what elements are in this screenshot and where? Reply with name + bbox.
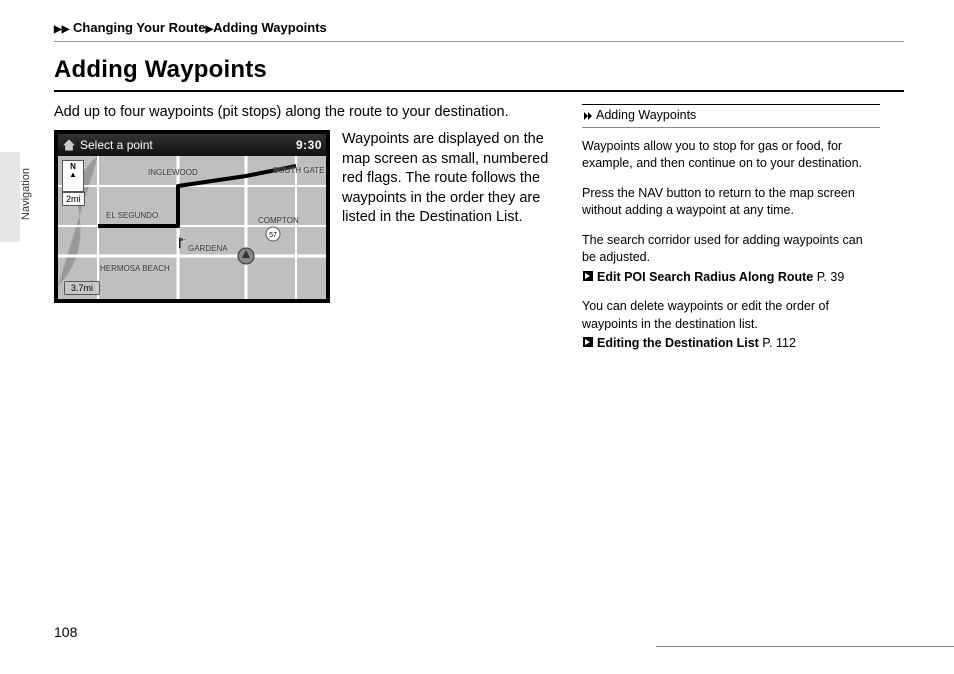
cross-reference-page: P. 39 bbox=[817, 270, 845, 284]
sidebar-paragraph: Waypoints allow you to stop for gas or f… bbox=[582, 138, 880, 173]
page-number: 108 bbox=[54, 624, 77, 640]
triangle-icon: ▶ bbox=[62, 24, 70, 35]
title-rule bbox=[54, 90, 904, 92]
flag-icon: 1 bbox=[173, 236, 187, 250]
link-icon bbox=[582, 336, 594, 348]
map-place-label: HERMOSA BEACH bbox=[100, 264, 170, 273]
map-place-label: GARDENA bbox=[188, 244, 228, 253]
breadcrumb-level-1: Changing Your Route bbox=[73, 20, 205, 35]
sidebar-paragraph: Press the NAV button to return to the ma… bbox=[582, 185, 880, 220]
map-time: 9:30 bbox=[296, 138, 322, 152]
cross-reference: Editing the Destination List P. 112 bbox=[582, 335, 880, 353]
map-place-label: EL SEGUNDO bbox=[106, 211, 158, 220]
map-screenshot: Select a point 9:30 bbox=[54, 130, 330, 303]
sidebar-paragraph: You can delete waypoints or edit the ord… bbox=[582, 298, 880, 333]
svg-text:57: 57 bbox=[269, 232, 277, 239]
intro-text: Add up to four waypoints (pit stops) alo… bbox=[54, 104, 564, 120]
scale-label-top: 2mi bbox=[62, 192, 85, 206]
cross-reference-title: Edit POI Search Radius Along Route bbox=[597, 270, 813, 284]
map-title: Select a point bbox=[80, 138, 296, 152]
page-content: ▶▶ Changing Your Route▶Adding Waypoints … bbox=[54, 20, 904, 650]
figure-caption: Waypoints are displayed on the map scree… bbox=[342, 130, 564, 303]
breadcrumb-level-2: Adding Waypoints bbox=[213, 20, 327, 35]
sidebar-paragraph: The search corridor used for adding wayp… bbox=[582, 232, 880, 267]
map-place-label: COMPTON bbox=[258, 216, 299, 225]
home-icon bbox=[62, 138, 76, 152]
sidebar-bottom-rule bbox=[656, 646, 954, 647]
note-icon bbox=[582, 110, 594, 122]
breadcrumb: ▶▶ Changing Your Route▶Adding Waypoints bbox=[54, 20, 904, 42]
sidebar-header: Adding Waypoints bbox=[582, 104, 880, 128]
link-icon bbox=[582, 270, 594, 282]
cross-reference-title: Editing the Destination List bbox=[597, 336, 759, 350]
compass-icon: N ▲ bbox=[62, 160, 84, 192]
map-place-label: SOUTH GATE bbox=[273, 166, 324, 175]
triangle-icon: ▶ bbox=[205, 24, 213, 35]
page-title: Adding Waypoints bbox=[54, 56, 904, 84]
map-roads: 57 bbox=[58, 156, 326, 299]
side-tab-bg bbox=[0, 152, 20, 242]
side-tab-label: Navigation bbox=[20, 168, 32, 220]
sidebar-header-text: Adding Waypoints bbox=[596, 107, 696, 125]
sidebar: Adding Waypoints Waypoints allow you to … bbox=[582, 104, 880, 353]
map-place-label: INGLEWOOD bbox=[148, 168, 198, 177]
cross-reference-page: P. 112 bbox=[762, 336, 796, 350]
cross-reference: Edit POI Search Radius Along Route P. 39 bbox=[582, 269, 880, 287]
triangle-icon: ▶ bbox=[54, 24, 62, 35]
scale-label-bottom: 3.7mi bbox=[64, 281, 100, 295]
